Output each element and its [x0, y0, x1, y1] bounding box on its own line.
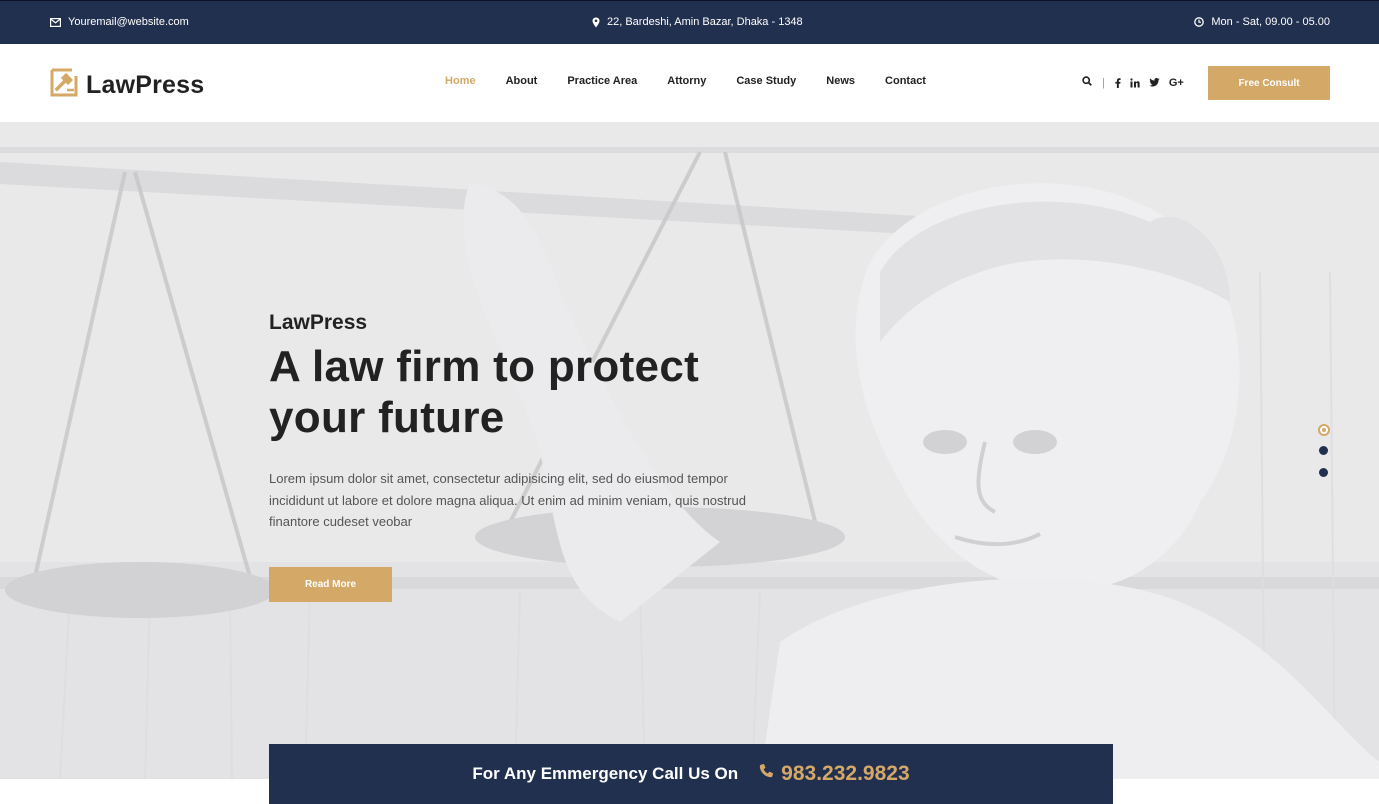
- nav-item-home[interactable]: Home: [445, 75, 476, 87]
- nav-item-news[interactable]: News: [826, 75, 855, 87]
- emergency-phone-number: 983.232.9823: [781, 762, 910, 785]
- slide-dot-2[interactable]: [1319, 446, 1328, 455]
- slide-dot-3[interactable]: [1319, 468, 1328, 477]
- address-text: 22, Bardeshi, Amin Bazar, Dhaka - 1348: [607, 16, 803, 28]
- gavel-logo-icon: [50, 68, 78, 102]
- read-more-button[interactable]: Read More: [269, 567, 392, 602]
- divider: |: [1102, 76, 1105, 89]
- search-icon[interactable]: [1082, 76, 1092, 89]
- hero-content: LawPress A law firm to protect your futu…: [269, 311, 769, 533]
- logo-text: LawPress: [86, 70, 205, 99]
- hero-title: A law firm to protect your future: [269, 341, 769, 443]
- nav-item-about[interactable]: About: [506, 75, 538, 87]
- emergency-label: For Any Emmergency Call Us On: [472, 764, 739, 783]
- nav-item-contact[interactable]: Contact: [885, 75, 926, 87]
- linkedin-icon[interactable]: [1130, 77, 1140, 88]
- free-consult-button[interactable]: Free Consult: [1208, 66, 1330, 100]
- phone-icon: [758, 762, 775, 786]
- nav-item-case-study[interactable]: Case Study: [736, 75, 796, 87]
- header-tools: | G+: [1082, 76, 1184, 89]
- slide-dot-1[interactable]: [1317, 424, 1330, 436]
- topbar-hours: Mon - Sat, 09.00 - 05.00: [1194, 16, 1330, 28]
- hero-title-line-2: your future: [269, 393, 505, 442]
- slider-pagination: [1317, 424, 1330, 490]
- envelope-icon: [50, 17, 61, 27]
- hero-kicker: LawPress: [269, 311, 368, 334]
- google-plus-icon[interactable]: G+: [1169, 77, 1184, 89]
- topbar-email[interactable]: Youremail@website.com: [50, 16, 189, 28]
- facebook-icon[interactable]: [1115, 77, 1121, 88]
- nav-item-attorny[interactable]: Attorny: [667, 75, 706, 87]
- twitter-icon[interactable]: [1149, 78, 1160, 87]
- hours-text: Mon - Sat, 09.00 - 05.00: [1211, 16, 1330, 28]
- logo[interactable]: LawPress: [50, 68, 204, 102]
- hero-title-line-1: A law firm to protect: [269, 342, 700, 391]
- emergency-call-bar: For Any Emmergency Call Us On 983.232.98…: [269, 744, 1113, 804]
- clock-icon: [1194, 17, 1205, 27]
- main-header: LawPress Home About Practice Area Attorn…: [0, 44, 1379, 122]
- nav-item-practice-area[interactable]: Practice Area: [567, 75, 637, 87]
- top-info-bar: Youremail@website.com 22, Bardeshi, Amin…: [0, 0, 1379, 44]
- map-pin-icon: [592, 17, 600, 28]
- email-text: Youremail@website.com: [68, 16, 189, 28]
- hero-description: Lorem ipsum dolor sit amet, consectetur …: [269, 471, 746, 529]
- topbar-address: 22, Bardeshi, Amin Bazar, Dhaka - 1348: [592, 16, 803, 28]
- main-nav: Home About Practice Area Attorny Case St…: [445, 75, 926, 87]
- emergency-phone[interactable]: 983.232.9823: [758, 762, 910, 786]
- hero-slider: LawPress A law firm to protect your futu…: [0, 122, 1379, 779]
